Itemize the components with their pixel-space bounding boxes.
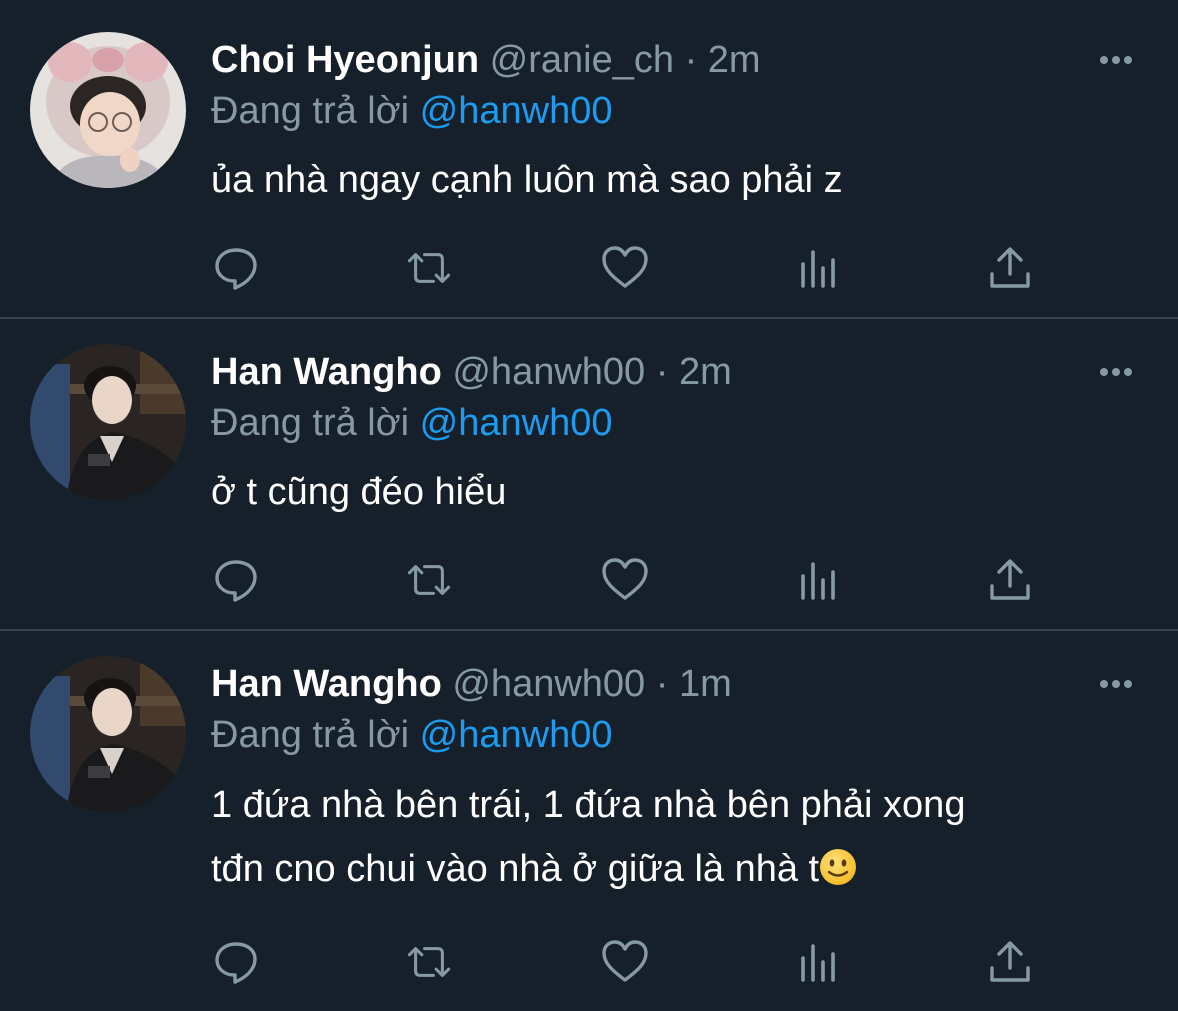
- tweet-header: Han Wangho @hanwh00 · 2m: [211, 347, 732, 397]
- display-name[interactable]: Han Wangho: [211, 663, 442, 705]
- avatar-image: [30, 32, 186, 188]
- share-icon: [990, 247, 1030, 288]
- retweet-button[interactable]: [404, 555, 454, 605]
- avatar[interactable]: [30, 656, 186, 812]
- avatar[interactable]: [30, 32, 186, 188]
- replying-to: Đang trả lời @hanwh00: [211, 710, 613, 760]
- tweet[interactable]: Choi Hyeonjun @ranie_ch · 2m Đang trả lờ…: [0, 0, 1178, 318]
- analytics-icon: [801, 562, 835, 600]
- reply-button[interactable]: [211, 555, 261, 605]
- reply-icon: [215, 560, 257, 602]
- user-handle[interactable]: @hanwh00: [452, 663, 645, 705]
- replying-to-label: Đang trả lời: [211, 402, 410, 444]
- action-bar: [211, 243, 1051, 293]
- user-handle[interactable]: @ranie_ch: [490, 39, 674, 81]
- tweet-text-line-with-emoji: tđn cno chui vào nhà ở giữa là nhà t: [211, 837, 1111, 901]
- share-button[interactable]: [985, 555, 1035, 605]
- tweet[interactable]: Han Wangho @hanwh00 · 1m Đang trả lời @h…: [0, 631, 1178, 1011]
- more-icon: [1100, 56, 1132, 64]
- tweet-text: ủa nhà ngay cạnh luôn mà sao phải z: [211, 148, 1111, 212]
- share-button[interactable]: [985, 937, 1035, 987]
- share-icon: [990, 559, 1030, 600]
- timestamp[interactable]: 1m: [679, 663, 732, 705]
- action-bar: [211, 937, 1051, 987]
- analytics-icon: [801, 944, 835, 982]
- tweet[interactable]: Han Wangho @hanwh00 · 2m Đang trả lời @h…: [0, 319, 1178, 630]
- more-button[interactable]: [1094, 48, 1138, 72]
- more-button[interactable]: [1094, 360, 1138, 384]
- like-icon: [602, 558, 648, 600]
- separator-dot: ·: [684, 39, 698, 81]
- separator-dot: ·: [655, 663, 669, 705]
- share-icon: [990, 941, 1030, 982]
- display-name[interactable]: Han Wangho: [211, 351, 442, 393]
- like-icon: [602, 940, 648, 982]
- replying-to-label: Đang trả lời: [211, 714, 410, 756]
- slightly-smiling-face-emoji: [820, 849, 857, 885]
- reply-mention-link[interactable]: @hanwh00: [420, 90, 613, 132]
- avatar[interactable]: [30, 344, 186, 500]
- tweet-text-line: 1 đứa nhà bên trái, 1 đứa nhà bên phải x…: [211, 784, 966, 826]
- more-button[interactable]: [1094, 672, 1138, 696]
- like-button[interactable]: [600, 243, 650, 293]
- like-button[interactable]: [600, 937, 650, 987]
- avatar-image: [30, 656, 186, 812]
- retweet-icon: [407, 253, 451, 283]
- more-icon: [1100, 368, 1132, 376]
- display-name[interactable]: Choi Hyeonjun: [211, 39, 479, 81]
- reply-button[interactable]: [211, 937, 261, 987]
- tweet-header: Han Wangho @hanwh00 · 1m: [211, 659, 732, 709]
- timestamp[interactable]: 2m: [708, 39, 761, 81]
- replying-to: Đang trả lời @hanwh00: [211, 86, 613, 136]
- reply-icon: [215, 942, 257, 984]
- replying-to: Đang trả lời @hanwh00: [211, 398, 613, 448]
- tweet-text: 1 đứa nhà bên trái, 1 đứa nhà bên phải x…: [211, 773, 1111, 901]
- tweet-text-line: tđn cno chui vào nhà ở giữa là nhà t: [211, 848, 820, 890]
- avatar-image: [30, 344, 186, 500]
- reply-mention-link[interactable]: @hanwh00: [420, 714, 613, 756]
- retweet-icon: [407, 947, 451, 977]
- like-button[interactable]: [600, 555, 650, 605]
- reply-icon: [215, 248, 257, 290]
- tweet-text-line: ủa nhà ngay cạnh luôn mà sao phải z: [211, 159, 843, 201]
- tweet-header: Choi Hyeonjun @ranie_ch · 2m: [211, 35, 761, 85]
- retweet-button[interactable]: [404, 937, 454, 987]
- share-button[interactable]: [985, 243, 1035, 293]
- more-icon: [1100, 680, 1132, 688]
- analytics-button[interactable]: [793, 555, 843, 605]
- separator-dot: ·: [655, 351, 669, 393]
- timestamp[interactable]: 2m: [679, 351, 732, 393]
- analytics-icon: [801, 250, 835, 288]
- reply-button[interactable]: [211, 243, 261, 293]
- action-bar: [211, 555, 1051, 605]
- replying-to-label: Đang trả lời: [211, 90, 410, 132]
- user-handle[interactable]: @hanwh00: [452, 351, 645, 393]
- analytics-button[interactable]: [793, 937, 843, 987]
- tweet-text: ở t cũng đéo hiểu: [211, 460, 1111, 524]
- analytics-button[interactable]: [793, 243, 843, 293]
- tweet-text-line: ở t cũng đéo hiểu: [211, 471, 507, 513]
- retweet-button[interactable]: [404, 243, 454, 293]
- reply-mention-link[interactable]: @hanwh00: [420, 402, 613, 444]
- retweet-icon: [407, 565, 451, 595]
- like-icon: [602, 246, 648, 288]
